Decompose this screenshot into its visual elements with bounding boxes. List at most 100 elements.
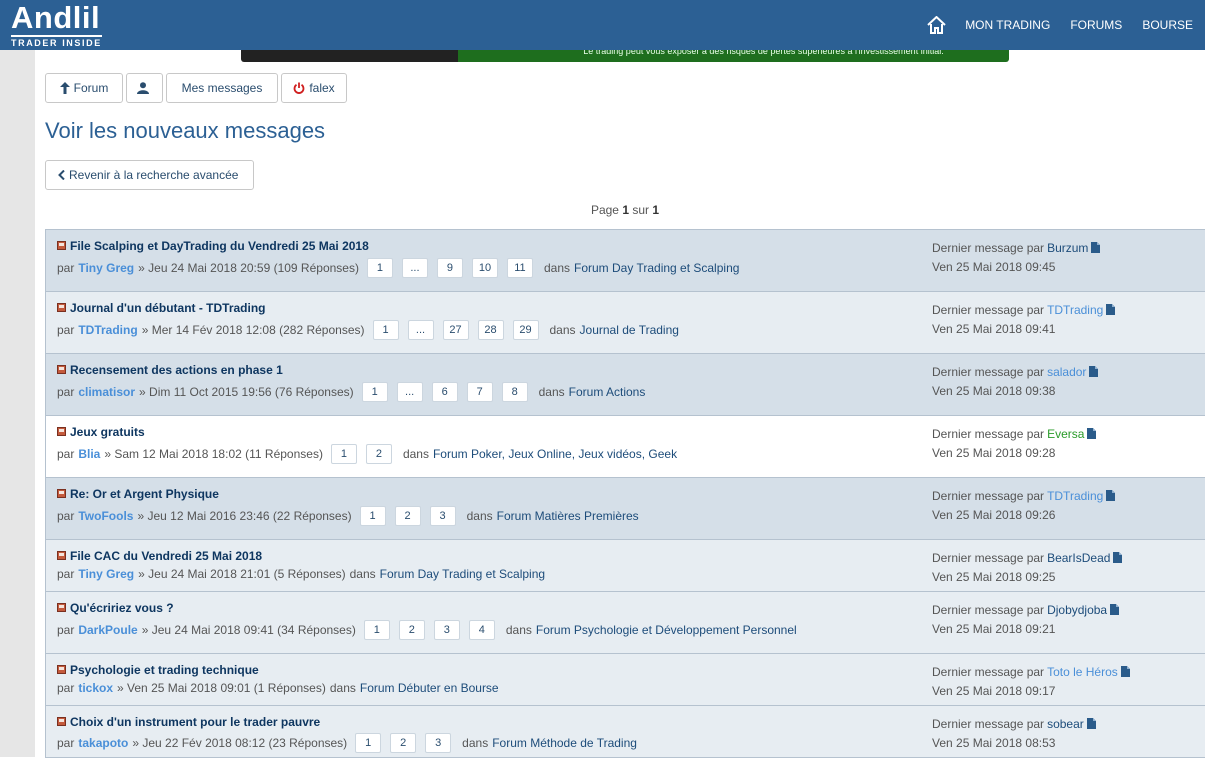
page-link[interactable]: 10 [471, 258, 498, 278]
site-logo[interactable]: Andlil TRADER INSIDE [11, 2, 102, 48]
page-link[interactable]: 3 [425, 733, 452, 753]
logo-tagline: TRADER INSIDE [11, 35, 102, 48]
page-link[interactable]: 1 [366, 258, 393, 278]
page-link[interactable]: 3 [429, 506, 456, 526]
page-link[interactable]: ... [401, 258, 428, 278]
page-link[interactable]: 9 [436, 258, 463, 278]
topic-unread-icon [57, 603, 66, 612]
last-post-label: Dernier message par [932, 665, 1045, 679]
topic-title-link[interactable]: Journal d'un débutant - TDTrading [70, 301, 266, 315]
topic-title-link[interactable]: Jeux gratuits [70, 425, 145, 439]
page-link[interactable]: 27 [442, 320, 469, 340]
ad-banner[interactable]: Le trading peut vous exposer à des risqu… [241, 50, 1009, 62]
topic-author-link[interactable]: Tiny Greg [78, 567, 134, 581]
topic-author-link[interactable]: tickox [78, 681, 113, 695]
forum-link[interactable]: Forum Méthode de Trading [492, 736, 637, 750]
page-link[interactable]: 1 [359, 506, 386, 526]
page-link[interactable]: 8 [501, 382, 528, 402]
nav-bourse[interactable]: BOURSE [1142, 18, 1193, 32]
page-link[interactable]: 3 [433, 620, 460, 640]
forum-link[interactable]: Forum Psychologie et Développement Perso… [536, 623, 797, 637]
page-link[interactable]: 1 [361, 382, 388, 402]
last-post-author-link[interactable]: TDTrading [1047, 303, 1103, 317]
topic-author-link[interactable]: climatisor [78, 385, 135, 399]
page-link[interactable]: 11 [506, 258, 533, 278]
topic-title-link[interactable]: Re: Or et Argent Physique [70, 487, 219, 501]
topic-title-link[interactable]: Psychologie et trading technique [70, 663, 259, 677]
banner-risk-text: Le trading peut vous exposer à des risqu… [458, 50, 1009, 62]
topic-meta: par Tiny Greg » Jeu 24 Mai 2018 21:01 (5 R… [57, 567, 545, 581]
topic-date: » Jeu 24 Mai 2018 21:01 (5 Réponses) [138, 567, 346, 581]
back-to-advanced-search-button[interactable]: Revenir à la recherche avancée [45, 160, 254, 190]
view-latest-post-icon[interactable] [1106, 488, 1116, 506]
view-latest-post-icon[interactable] [1086, 716, 1096, 734]
forum-link[interactable]: Forum Matières Premières [497, 509, 639, 523]
page-link[interactable]: 4 [468, 620, 495, 640]
in-label: dans [505, 623, 532, 637]
topic-author-link[interactable]: TDTrading [78, 323, 137, 337]
view-latest-post-icon[interactable] [1120, 664, 1130, 682]
by-label: par [57, 681, 75, 695]
page-link[interactable]: 1 [355, 733, 382, 753]
forum-link[interactable]: Forum Day Trading et Scalping [380, 567, 545, 581]
last-post-date: Ven 25 Mai 2018 09:38 [932, 383, 1056, 398]
forum-link[interactable]: Forum Actions [569, 385, 646, 399]
nav-mon-trading[interactable]: MON TRADING [965, 18, 1050, 32]
page-link[interactable]: 2 [365, 444, 392, 464]
last-post-author-link[interactable]: Burzum [1047, 241, 1088, 255]
home-icon[interactable] [927, 15, 947, 35]
nav-forums[interactable]: FORUMS [1070, 18, 1122, 32]
forum-link[interactable]: Forum Débuter en Bourse [360, 681, 499, 695]
page-link[interactable]: 7 [466, 382, 493, 402]
forum-link[interactable]: Forum Poker, Jeux Online, Jeux vidéos, G… [433, 447, 677, 461]
view-latest-post-icon[interactable] [1091, 240, 1101, 258]
last-post-author-link[interactable]: BearIsDead [1047, 551, 1110, 565]
my-messages-button[interactable]: Mes messages [166, 73, 278, 103]
last-post-author-link[interactable]: Toto le Héros [1047, 665, 1118, 679]
topic-title-link[interactable]: Qu'écririez vous ? [70, 601, 174, 615]
page-link[interactable]: 1 [330, 444, 357, 464]
page-link[interactable]: 2 [394, 506, 421, 526]
page-link[interactable]: 1 [372, 320, 399, 340]
topic-title-link[interactable]: Recensement des actions en phase 1 [70, 363, 283, 377]
page-link[interactable]: ... [396, 382, 423, 402]
topic-author-link[interactable]: Blia [78, 447, 100, 461]
by-label: par [57, 736, 75, 750]
topic-title-link[interactable]: File CAC du Vendredi 25 Mai 2018 [70, 549, 262, 563]
topic-date: » Ven 25 Mai 2018 09:01 (1 Réponses) [117, 681, 326, 695]
by-label: par [57, 261, 75, 275]
topic-author-link[interactable]: TwoFools [78, 509, 133, 523]
last-post-author-link[interactable]: Eversa [1047, 427, 1084, 441]
page-link[interactable]: 2 [398, 620, 425, 640]
forum-link[interactable]: Journal de Trading [580, 323, 679, 337]
forum-button[interactable]: Forum [45, 73, 123, 103]
topic-author-link[interactable]: takapoto [78, 736, 128, 750]
topic-meta: par Blia » Sam 12 Mai 2018 18:02 (11 Répon… [57, 444, 677, 464]
last-post-author-link[interactable]: sobear [1047, 717, 1084, 731]
view-latest-post-icon[interactable] [1110, 602, 1120, 620]
last-post-date: Ven 25 Mai 2018 09:25 [932, 569, 1056, 584]
view-latest-post-icon[interactable] [1113, 550, 1123, 568]
page-link[interactable]: 1 [363, 620, 390, 640]
topic-title-link[interactable]: Choix d'un instrument pour le trader pau… [70, 715, 320, 729]
page-link[interactable]: ... [407, 320, 434, 340]
page-link[interactable]: 29 [512, 320, 539, 340]
my-messages-label: Mes messages [181, 81, 263, 95]
by-label: par [57, 567, 75, 581]
last-post-author-link[interactable]: TDTrading [1047, 489, 1103, 503]
view-latest-post-icon[interactable] [1106, 302, 1116, 320]
forum-link[interactable]: Forum Day Trading et Scalping [574, 261, 739, 275]
last-post-date: Ven 25 Mai 2018 09:17 [932, 683, 1056, 698]
view-latest-post-icon[interactable] [1089, 364, 1099, 382]
topic-author-link[interactable]: DarkPoule [78, 623, 137, 637]
last-post-author-link[interactable]: Djobydjoba [1047, 603, 1107, 617]
topic-author-link[interactable]: Tiny Greg [78, 261, 134, 275]
profile-button[interactable] [126, 73, 163, 103]
logout-button[interactable]: falex [281, 73, 347, 103]
page-link[interactable]: 2 [390, 733, 417, 753]
last-post-author-link[interactable]: salador [1047, 365, 1086, 379]
view-latest-post-icon[interactable] [1087, 426, 1097, 444]
topic-title-link[interactable]: File Scalping et DayTrading du Vendredi … [70, 239, 369, 253]
page-link[interactable]: 28 [477, 320, 504, 340]
page-link[interactable]: 6 [431, 382, 458, 402]
